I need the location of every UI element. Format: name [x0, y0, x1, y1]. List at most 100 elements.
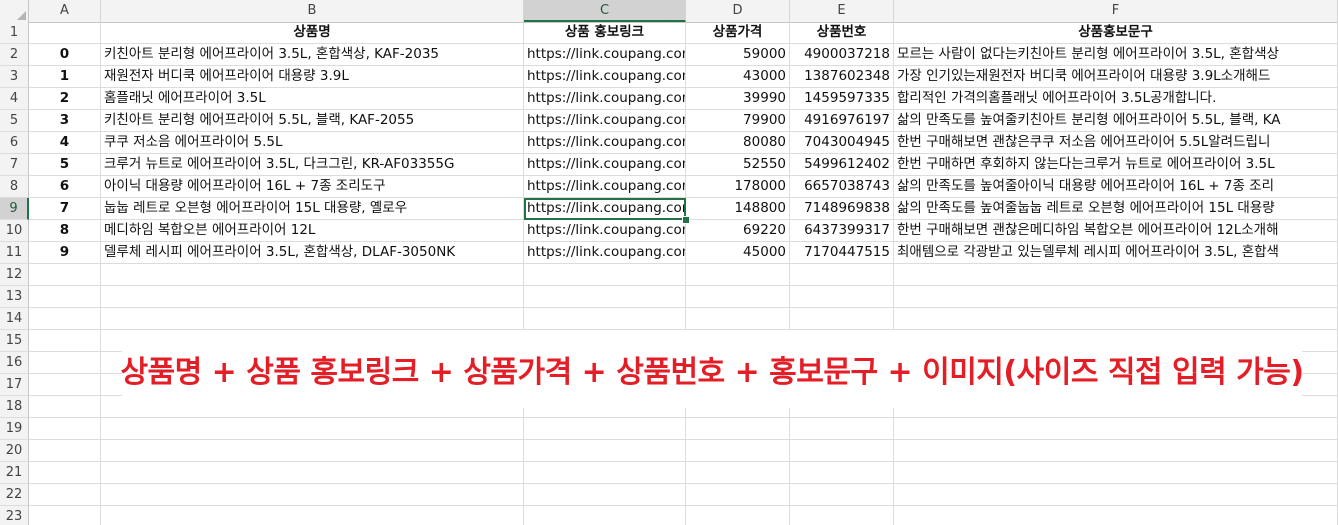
cell-product-id[interactable]: 1387602348 [790, 66, 894, 88]
cell-product-link[interactable]: https://link.coupang.com [524, 176, 686, 198]
column-header-a[interactable]: A [29, 0, 101, 22]
empty-cell[interactable] [101, 264, 524, 286]
cell-product-link[interactable]: https://link.coupang.com [524, 220, 686, 242]
cell-product-link[interactable]: https://link.coupang.com [524, 242, 686, 264]
active-cell-product-link[interactable]: https://link.coupang.com [524, 198, 686, 220]
row-header[interactable]: 3 [0, 66, 29, 88]
row-header[interactable]: 23 [0, 506, 29, 525]
cell-index[interactable]: 5 [29, 154, 101, 176]
cell-price[interactable]: 79900 [686, 110, 790, 132]
empty-cell[interactable] [894, 308, 1338, 330]
empty-cell[interactable] [524, 308, 686, 330]
empty-cell[interactable] [29, 330, 101, 352]
row-header[interactable]: 13 [0, 286, 29, 308]
empty-cell[interactable] [101, 440, 524, 462]
cell-product-id[interactable]: 6437399317 [790, 220, 894, 242]
cell-price[interactable]: 178000 [686, 176, 790, 198]
cell-product-link[interactable]: https://link.coupang.com [524, 132, 686, 154]
empty-cell[interactable] [894, 264, 1338, 286]
cell-product-id[interactable]: 4916976197 [790, 110, 894, 132]
cell-b1[interactable]: 상품명 [101, 22, 524, 44]
cell-promo-text[interactable]: 한번 구매해보면 괜찮은메디하임 복합오븐 에어프라이어 12L소개해 [894, 220, 1338, 242]
empty-cell[interactable] [686, 264, 790, 286]
cell-product-id[interactable]: 4900037218 [790, 44, 894, 66]
empty-cell[interactable] [101, 308, 524, 330]
row-header[interactable]: 21 [0, 462, 29, 484]
cell-index[interactable]: 4 [29, 132, 101, 154]
empty-cell[interactable] [29, 484, 101, 506]
cell-promo-text[interactable]: 삶의 만족도를 높여줄아이닉 대용량 에어프라이어 16L + 7종 조리 [894, 176, 1338, 198]
cell-product-id[interactable]: 1459597335 [790, 88, 894, 110]
empty-cell[interactable] [29, 352, 101, 374]
cell-product-link[interactable]: https://link.coupang.com [524, 154, 686, 176]
empty-cell[interactable] [894, 462, 1338, 484]
empty-cell[interactable] [686, 484, 790, 506]
cell-a1[interactable] [29, 22, 101, 44]
select-all-corner[interactable] [0, 0, 29, 22]
cell-product-name[interactable]: 눕눕 레트로 오븐형 에어프라이어 15L 대용량, 옐로우 [101, 198, 524, 220]
cell-index[interactable]: 2 [29, 88, 101, 110]
cell-price[interactable]: 45000 [686, 242, 790, 264]
cell-promo-text[interactable]: 한번 구매하면 후회하지 않는다는크루거 뉴트로 에어프라이어 3.5L [894, 154, 1338, 176]
cell-promo-text[interactable]: 한번 구매해보면 괜찮은쿠쿠 저소음 에어프라이어 5.5L알려드립니 [894, 132, 1338, 154]
cell-price[interactable]: 52550 [686, 154, 790, 176]
empty-cell[interactable] [894, 440, 1338, 462]
empty-cell[interactable] [101, 286, 524, 308]
cell-product-name[interactable]: 키친아트 분리형 에어프라이어 5.5L, 블랙, KAF-2055 [101, 110, 524, 132]
cell-d1[interactable]: 상품가격 [686, 22, 790, 44]
row-header[interactable]: 16 [0, 352, 29, 374]
empty-cell[interactable] [524, 286, 686, 308]
column-header-e[interactable]: E [790, 0, 894, 22]
row-header[interactable]: 9 [0, 198, 29, 220]
row-header[interactable]: 2 [0, 44, 29, 66]
cell-product-name[interactable]: 아이닉 대용량 에어프라이어 16L + 7종 조리도구 [101, 176, 524, 198]
cell-index[interactable]: 0 [29, 44, 101, 66]
cell-price[interactable]: 43000 [686, 66, 790, 88]
empty-cell[interactable] [524, 506, 686, 525]
cell-promo-text[interactable]: 합리적인 가격의홈플래닛 에어프라이어 3.5L공개합니다. [894, 88, 1338, 110]
empty-cell[interactable] [524, 440, 686, 462]
cell-index[interactable]: 6 [29, 176, 101, 198]
row-header[interactable]: 4 [0, 88, 29, 110]
cell-price[interactable]: 69220 [686, 220, 790, 242]
empty-cell[interactable] [101, 506, 524, 525]
row-header[interactable]: 14 [0, 308, 29, 330]
empty-cell[interactable] [686, 308, 790, 330]
empty-cell[interactable] [790, 462, 894, 484]
row-header[interactable]: 8 [0, 176, 29, 198]
empty-cell[interactable] [29, 286, 101, 308]
empty-cell[interactable] [790, 484, 894, 506]
cell-product-name[interactable]: 홈플래닛 에어프라이어 3.5L [101, 88, 524, 110]
row-header[interactable]: 12 [0, 264, 29, 286]
cell-price[interactable]: 59000 [686, 44, 790, 66]
cell-index[interactable]: 8 [29, 220, 101, 242]
empty-cell[interactable] [686, 506, 790, 525]
empty-cell[interactable] [29, 462, 101, 484]
cell-index[interactable]: 3 [29, 110, 101, 132]
fill-handle[interactable] [682, 216, 690, 224]
empty-cell[interactable] [894, 506, 1338, 525]
empty-cell[interactable] [790, 418, 894, 440]
cell-product-id[interactable]: 6657038743 [790, 176, 894, 198]
cell-promo-text[interactable]: 삶의 만족도를 높여줄눕눕 레트로 오븐형 에어프라이어 15L 대용량 [894, 198, 1338, 220]
empty-cell[interactable] [29, 396, 101, 418]
empty-cell[interactable] [29, 440, 101, 462]
row-header[interactable]: 6 [0, 132, 29, 154]
empty-cell[interactable] [101, 462, 524, 484]
row-header[interactable]: 5 [0, 110, 29, 132]
column-header-f[interactable]: F [894, 0, 1338, 22]
cell-product-link[interactable]: https://link.coupang.com [524, 88, 686, 110]
cell-product-name[interactable]: 재원전자 버디쿡 에어프라이어 대용량 3.9L [101, 66, 524, 88]
empty-cell[interactable] [894, 484, 1338, 506]
empty-cell[interactable] [29, 374, 101, 396]
cell-product-name[interactable]: 키친아트 분리형 에어프라이어 3.5L, 혼합색상, KAF-2035 [101, 44, 524, 66]
empty-cell[interactable] [29, 264, 101, 286]
empty-cell[interactable] [101, 484, 524, 506]
cell-price[interactable]: 39990 [686, 88, 790, 110]
cell-product-name[interactable]: 델루체 레시피 에어프라이어 3.5L, 혼합색상, DLAF-3050NK [101, 242, 524, 264]
row-header[interactable]: 19 [0, 418, 29, 440]
empty-cell[interactable] [790, 264, 894, 286]
row-header[interactable]: 10 [0, 220, 29, 242]
row-header[interactable]: 1 [0, 22, 29, 44]
cell-product-id[interactable]: 5499612402 [790, 154, 894, 176]
